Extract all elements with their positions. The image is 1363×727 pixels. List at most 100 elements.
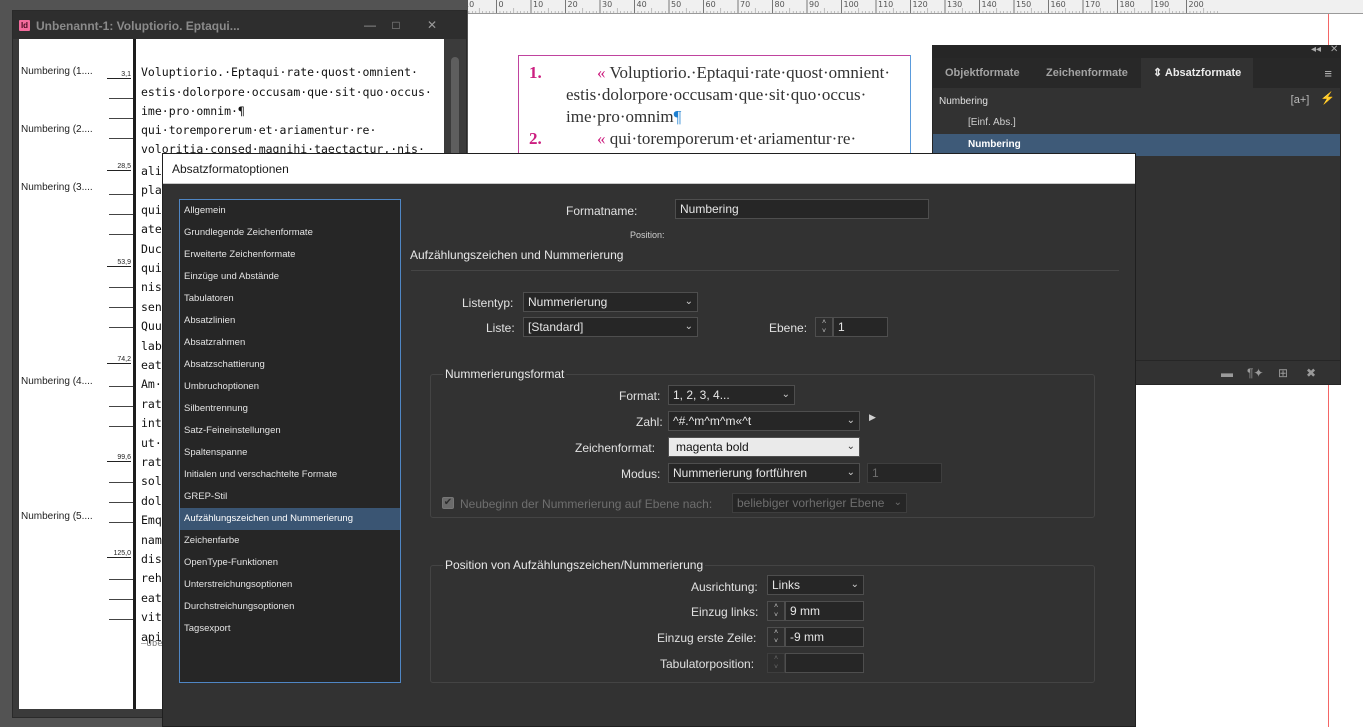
minimize-button[interactable]: — [356,16,384,34]
dialog-titlebar[interactable]: Absatzformatoptionen [163,154,1135,184]
close-panel-icon[interactable]: ✕ [1330,44,1338,55]
line-separator [109,138,133,139]
ruler-label: 10 [533,0,544,9]
story-text-line: dis [141,552,162,566]
category-item[interactable]: Erweiterte Zeichenformate [180,244,400,266]
story-text-line: ali [141,164,162,178]
listentyp-select[interactable]: Nummerierung ⌄ [523,292,698,312]
chevron-down-icon: ⌄ [846,415,855,426]
category-item[interactable]: Durchstreichungsoptionen [180,596,400,618]
stepper-down-icon[interactable]: ˅ [768,611,784,620]
restart-checkbox[interactable]: ✔ [442,497,454,509]
ruler-label: 100 [843,0,859,9]
new-style-icon[interactable]: ⊞ [1278,366,1288,380]
stepper-up-icon[interactable]: ˄ [816,318,832,327]
line-separator [109,386,133,387]
tab-paragraph-styles[interactable]: ⇕ Absatzformate [1141,58,1254,88]
ruler-label: 50 [671,0,682,9]
panel-topbar[interactable]: ◂◂ ✕ [933,44,1340,58]
story-text-line: ime·pro·omnim·¶ [141,104,245,118]
modus-select[interactable]: Nummerierung fortführen ⌄ [668,463,860,483]
zeichenformat-select[interactable]: magenta bold ⌄ [668,437,860,457]
pilcrow-icon[interactable]: ¶✦ [1247,366,1264,380]
ausrichtung-value: Links [772,578,801,592]
einzug-erste-input[interactable]: -9 mm [785,627,864,647]
ebene-input[interactable]: 1 [833,317,888,337]
category-item[interactable]: Grundlegende Zeichenformate [180,222,400,244]
line-separator [109,406,133,407]
story-depth-mark: 74,2 [107,356,131,364]
category-item[interactable]: Absatzlinien [180,310,400,332]
zahl-label: Zahl: [636,415,663,429]
stepper-up-icon[interactable]: ˄ [768,602,784,611]
frame-column-guide [910,55,911,155]
tab-object-styles[interactable]: Objektformate [933,58,1032,88]
formatname-input[interactable]: Numbering [675,199,929,219]
modus-value: Nummerierung fortführen [673,466,808,480]
frame-quote-mark: « [597,129,606,148]
category-item[interactable]: GREP-Stil [180,486,400,508]
category-item[interactable]: Allgemein [180,200,400,222]
restart-select[interactable]: beliebiger vorheriger Ebene ⌄ [732,493,907,513]
zeichenformat-value: magenta bold [676,440,749,454]
tabulator-input[interactable] [785,653,864,673]
quick-apply-icon[interactable]: ⚡ [1320,91,1335,105]
frame-line-3: ime·pro·omnim¶ [566,107,681,127]
position-group-title: Position von Aufzählungszeichen/Nummerie… [443,558,706,572]
tabulator-stepper[interactable]: ˄ ˅ [767,653,785,673]
layout-text-frame[interactable]: 1. « Voluptiorio.·Eptaqui·rate·quost·omn… [518,55,911,155]
category-item[interactable]: Zeichenfarbe [180,530,400,552]
modus-start-input[interactable]: 1 [867,463,942,483]
frame-line-4: « qui·torem­porerum·et·ariamentur·re· [597,129,856,149]
stepper-down-icon[interactable]: ˅ [816,327,832,336]
maximize-button[interactable]: □ [382,16,410,34]
stepper-down-icon[interactable]: ˅ [768,637,784,646]
new-style-override-icon[interactable]: [a+] [1290,92,1310,109]
category-item[interactable]: Tagsexport [180,618,400,640]
liste-select[interactable]: [Standard] ⌄ [523,317,698,337]
zahl-input[interactable]: ^#.^m^m^m«^t ⌄ [668,411,860,431]
collapse-panel-icon[interactable]: ◂◂ [1311,44,1321,55]
story-text-line: ut· [141,435,162,450]
paragraph-style-options-dialog[interactable]: Absatzformatoptionen Allgemein Grundlegen… [162,153,1136,727]
restart-label: Neubeginn der Nummerierung auf Ebene nac… [460,497,713,511]
special-characters-flyout-icon[interactable]: ▶ [869,412,876,423]
category-item[interactable]: Spaltenspanne [180,442,400,464]
ausrichtung-select[interactable]: Links ⌄ [767,575,864,595]
category-item[interactable]: OpenType-Funktionen [180,552,400,574]
story-text-line: qui [141,261,162,275]
einzug-erste-stepper[interactable]: ˄ ˅ [767,627,785,647]
category-list[interactable]: Allgemein Grundlegende Zeichenformate Erwe… [179,199,401,683]
top-ruler[interactable]: 1001020304050607080901001101201301401501… [468,0,1363,14]
category-item[interactable]: Absatzschattierung [180,354,400,376]
folder-icon[interactable]: ▬ [1221,366,1233,380]
story-para-label: Numbering (2.... [21,124,93,135]
format-select[interactable]: 1, 2, 3, 4... ⌄ [668,385,795,405]
stepper-up-icon[interactable]: ˄ [768,628,784,637]
ruler-label: 190 [1154,0,1170,9]
einzug-links-stepper[interactable]: ˄ ˅ [767,601,785,621]
category-item[interactable]: Einzüge und Abstände [180,266,400,288]
category-item[interactable]: Unterstreichungsoptionen [180,574,400,596]
story-text-line: estis·dolorpore·occusam·que·sit·quo·occu… [141,85,432,99]
stepper-down-icon[interactable]: ˅ [768,663,784,672]
category-item[interactable]: Umbruchoptionen [180,376,400,398]
category-item[interactable]: Tabulatoren [180,288,400,310]
story-scroll-thumb[interactable] [451,57,459,167]
tab-character-styles[interactable]: Zeichenformate [1034,58,1140,88]
liste-label: Liste: [486,321,515,335]
story-editor-titlebar[interactable]: Id Unbenannt-1: Voluptiorio. Eptaqui... … [13,11,466,39]
panel-menu-icon[interactable]: ≡ [1324,66,1332,81]
stepper-up-icon[interactable]: ˄ [768,654,784,663]
ebene-stepper[interactable]: ˄ ˅ [815,317,833,337]
einzug-links-input[interactable]: 9 mm [785,601,864,621]
category-item[interactable]: Satz-Feineinstellungen [180,420,400,442]
category-item[interactable]: Silbentrennung [180,398,400,420]
style-row-basic-paragraph[interactable]: [Einf. Abs.] [933,112,1340,134]
trash-icon[interactable]: ✖ [1306,366,1316,380]
category-item[interactable]: Initialen und verschachtelte Formate [180,464,400,486]
category-item[interactable]: Aufzählungszeichen und Nummerierung [180,508,400,530]
story-text-line: dol [141,493,162,508]
category-item[interactable]: Absatzrahmen [180,332,400,354]
close-button[interactable]: ✕ [418,16,446,34]
